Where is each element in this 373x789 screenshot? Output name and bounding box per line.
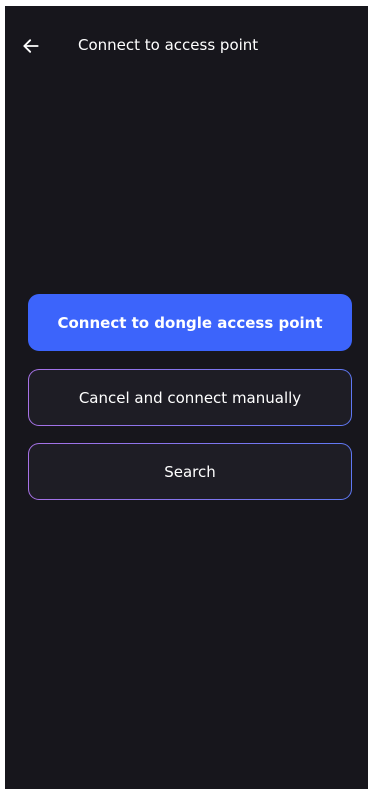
app-bar: Connect to access point bbox=[5, 6, 368, 86]
page-title: Connect to access point bbox=[78, 36, 259, 54]
app-screen: Connect to access point Connect to dongl… bbox=[5, 6, 368, 789]
arrow-left-icon bbox=[23, 39, 39, 53]
connect-dongle-button[interactable]: Connect to dongle access point bbox=[28, 294, 352, 351]
search-button[interactable]: Search bbox=[28, 443, 352, 500]
cancel-connect-manually-button[interactable]: Cancel and connect manually bbox=[28, 369, 352, 426]
back-button[interactable] bbox=[17, 32, 45, 60]
